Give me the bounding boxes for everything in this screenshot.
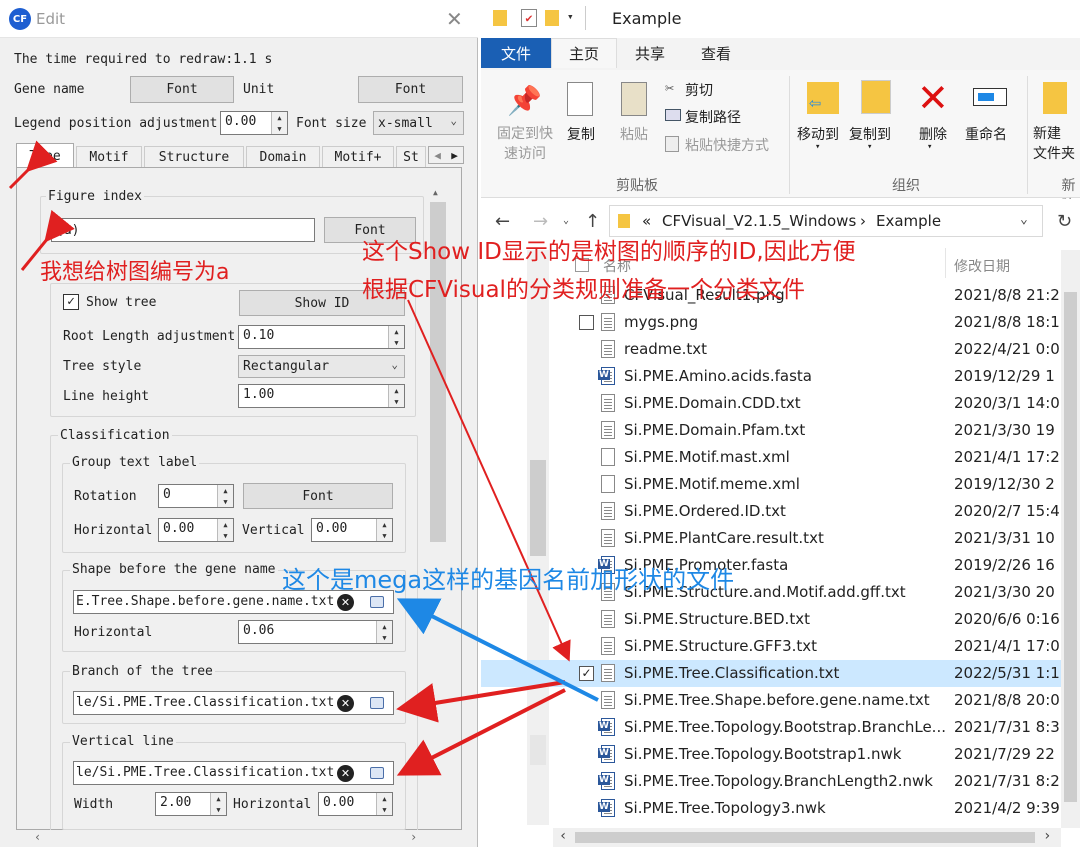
shape-file-arrow [396, 598, 599, 702]
annotation-arrows [8, 140, 599, 776]
show-id-to-classification-arrow [407, 299, 571, 662]
show-id-annotation-line2: 根据CFVisual的分类规则准备一个分类文件 [362, 277, 805, 303]
figure-index-annotation: 我想给树图编号为a [40, 260, 230, 285]
shape-file-annotation: 这个是mega这样的基因名前加形状的文件 [282, 566, 735, 594]
tab-annotation-arrow [8, 140, 58, 190]
show-id-annotation-line1: 这个Show ID显示的是树图的顺序的ID,因此方便 [362, 239, 856, 265]
